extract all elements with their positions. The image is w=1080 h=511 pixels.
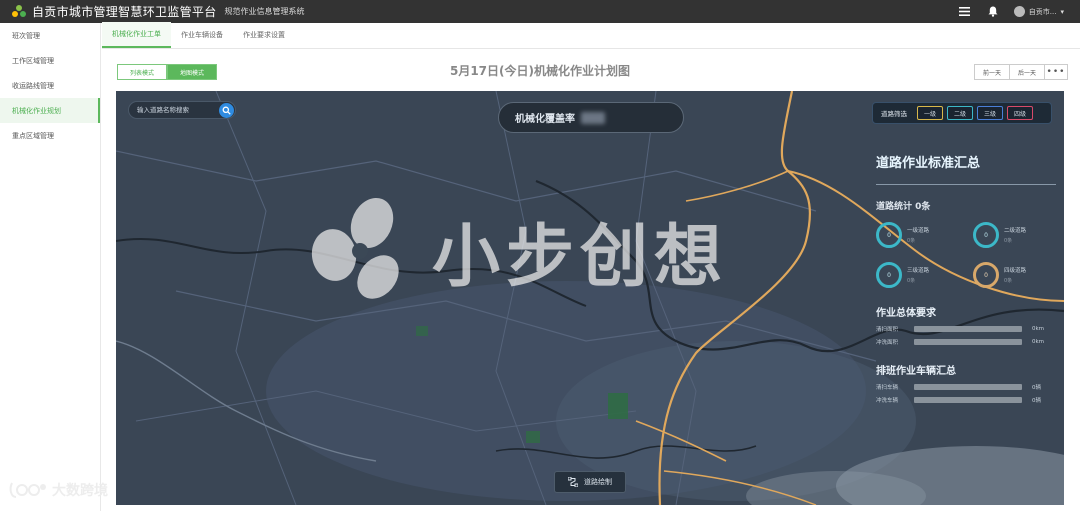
tab-bar: 机械化作业工单 作业车辆设备 作业要求设置 bbox=[102, 22, 1080, 49]
tab-work-orders[interactable]: 机械化作业工单 bbox=[102, 22, 171, 48]
next-day-button[interactable]: 后一天 bbox=[1009, 64, 1045, 80]
requirements-title: 作业总体要求 bbox=[876, 308, 936, 319]
top-bar: 自贡市城市管理智慧环卫监管平台 规范作业信息管理系统 自贡市... ▾ bbox=[0, 0, 1080, 23]
progress-bar bbox=[914, 384, 1022, 390]
ring-label: 四级道路 bbox=[1004, 268, 1027, 274]
user-name: 自贡市... bbox=[1028, 7, 1057, 16]
more-button[interactable]: ••• bbox=[1044, 64, 1068, 80]
progress-bar bbox=[914, 326, 1022, 332]
summary-title: 道路作业标准汇总 bbox=[876, 156, 981, 171]
progress-bar bbox=[914, 397, 1022, 403]
ring-sub: 0条 bbox=[907, 278, 916, 284]
summary-divider bbox=[876, 184, 1056, 185]
coverage-label: 机械化覆盖率 bbox=[515, 114, 575, 125]
bar-value: 0辆 bbox=[1032, 398, 1041, 404]
road-filter-label: 道路筛选 bbox=[881, 110, 907, 118]
filter-level-2[interactable]: 二级 bbox=[947, 106, 973, 120]
map-view[interactable]: 机械化覆盖率 道路筛选 一级 二级 三级 四级 道路作业标准汇总 道路统计 0条… bbox=[116, 91, 1064, 505]
app-title: 自贡市城市管理智慧环卫监管平台 bbox=[32, 5, 217, 19]
ring-chart: 0 bbox=[876, 222, 902, 248]
coverage-value-redacted bbox=[581, 111, 605, 124]
bar-value: 0辆 bbox=[1032, 385, 1041, 391]
caret-down-icon: ▾ bbox=[1060, 7, 1064, 16]
road-level-stats: 0 一级道路 0条 0 二级道路 0条 0 三级道路 0条 0 四级道路 0条 bbox=[876, 222, 1064, 288]
watermark-brand-icon bbox=[9, 482, 46, 498]
road-level-stat: 0 一级道路 0条 bbox=[876, 222, 973, 248]
tab-requirements[interactable]: 作业要求设置 bbox=[233, 22, 295, 48]
draw-route-icon bbox=[568, 477, 578, 487]
draw-road-label: 道路绘制 bbox=[584, 478, 612, 486]
filter-level-4[interactable]: 四级 bbox=[1007, 106, 1033, 120]
bell-icon[interactable] bbox=[986, 5, 1000, 19]
filter-level-3[interactable]: 三级 bbox=[977, 106, 1003, 120]
user-menu[interactable]: 自贡市... ▾ bbox=[1013, 6, 1064, 17]
ring-chart: 0 bbox=[973, 222, 999, 248]
road-level-stat: 0 二级道路 0条 bbox=[973, 222, 1064, 248]
corner-watermark-text: 大数跨境 bbox=[52, 483, 108, 499]
watermark-text: 小步创想 bbox=[432, 217, 729, 297]
draw-road-button[interactable]: 道路绘制 bbox=[554, 471, 626, 493]
menu-icon[interactable] bbox=[958, 5, 972, 19]
vehicle-row: 冲洗车辆 0辆 bbox=[876, 396, 1064, 404]
ring-label: 一级道路 bbox=[907, 228, 930, 234]
road-standard-summary: 道路作业标准汇总 道路统计 0条 0 一级道路 0条 0 二级道路 0条 0 三… bbox=[866, 149, 1064, 449]
coverage-rate-panel: 机械化覆盖率 bbox=[498, 102, 684, 133]
progress-bar bbox=[914, 339, 1022, 345]
app-logo-icon bbox=[12, 4, 26, 19]
watermark-logo-icon bbox=[311, 197, 399, 299]
sidebar-item-key-areas[interactable]: 重点区域管理 bbox=[0, 123, 100, 148]
sidebar: 班次管理 工作区域管理 收运路线管理 机械化作业规划 重点区域管理 bbox=[0, 23, 101, 511]
tab-vehicles[interactable]: 作业车辆设备 bbox=[171, 22, 233, 48]
road-level-stat: 0 三级道路 0条 bbox=[876, 262, 973, 288]
watermark: 小步创想 bbox=[304, 195, 728, 305]
road-count: 道路统计 0条 bbox=[876, 202, 931, 212]
search-icon[interactable] bbox=[219, 103, 234, 118]
vehicles-title: 排班作业车辆汇总 bbox=[876, 366, 956, 377]
road-search bbox=[128, 101, 236, 119]
app-subtitle: 规范作业信息管理系统 bbox=[224, 7, 305, 16]
prev-day-button[interactable]: 前一天 bbox=[974, 64, 1010, 80]
ring-sub: 0条 bbox=[1004, 278, 1013, 284]
road-search-input[interactable] bbox=[137, 106, 217, 114]
bar-value: 0km bbox=[1032, 339, 1045, 345]
corner-watermark: 大数跨境 bbox=[8, 480, 108, 500]
bar-label: 冲洗面积 bbox=[876, 340, 899, 346]
ring-chart: 0 bbox=[973, 262, 999, 288]
ring-label: 三级道路 bbox=[907, 268, 930, 274]
page-title: 5月17日(今日)机械化作业计划图 bbox=[449, 64, 631, 78]
bar-label: 清扫面积 bbox=[876, 327, 899, 333]
ring-sub: 0条 bbox=[1004, 238, 1013, 244]
bar-label: 清扫车辆 bbox=[876, 385, 899, 391]
ring-sub: 0条 bbox=[907, 238, 916, 244]
user-avatar bbox=[1013, 6, 1025, 17]
bar-label: 冲洗车辆 bbox=[876, 398, 899, 404]
ring-label: 二级道路 bbox=[1004, 228, 1027, 234]
sidebar-item-shifts[interactable]: 班次管理 bbox=[0, 23, 100, 48]
requirement-row: 冲洗面积 0km bbox=[876, 338, 1064, 346]
ring-chart: 0 bbox=[876, 262, 902, 288]
vehicle-row: 清扫车辆 0辆 bbox=[876, 383, 1064, 391]
requirement-row: 清扫面积 0km bbox=[876, 325, 1064, 333]
day-navigation: 前一天 后一天 ••• bbox=[974, 64, 1068, 80]
sidebar-item-mechanized-plan[interactable]: 机械化作业规划 bbox=[0, 98, 100, 123]
bar-value: 0km bbox=[1032, 326, 1045, 332]
filter-level-1[interactable]: 一级 bbox=[917, 106, 943, 120]
road-level-stat: 0 四级道路 0条 bbox=[973, 262, 1064, 288]
road-filter: 道路筛选 一级 二级 三级 四级 bbox=[872, 102, 1052, 124]
